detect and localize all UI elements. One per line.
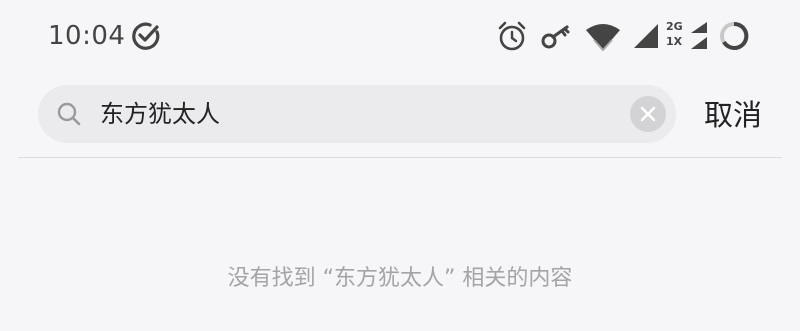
network-type-top: 2G: [666, 20, 683, 33]
battery-ring-icon: [720, 21, 749, 50]
key-icon: [541, 25, 570, 49]
wifi-icon: [586, 24, 620, 52]
status-icons: 2G 1X: [496, 18, 756, 54]
empty-results-message: 没有找到 “东方犹太人” 相关的内容: [227, 266, 573, 291]
check-circle-icon: [132, 22, 160, 50]
status-bar: 10:04 2G 1X: [0, 0, 800, 72]
cancel-button[interactable]: 取消: [704, 93, 762, 137]
search-input[interactable]: [100, 85, 620, 143]
clear-icon: [640, 106, 656, 122]
search-box[interactable]: [38, 85, 676, 143]
search-icon: [57, 102, 81, 126]
signal-2g-icon: 2G 1X: [666, 20, 710, 52]
signal-icon: [634, 24, 658, 48]
clear-search-button[interactable]: [630, 96, 666, 132]
divider: [18, 157, 782, 158]
alarm-icon: [498, 21, 526, 51]
status-time: 10:04: [48, 21, 126, 51]
network-type-bottom: 1X: [666, 35, 683, 48]
